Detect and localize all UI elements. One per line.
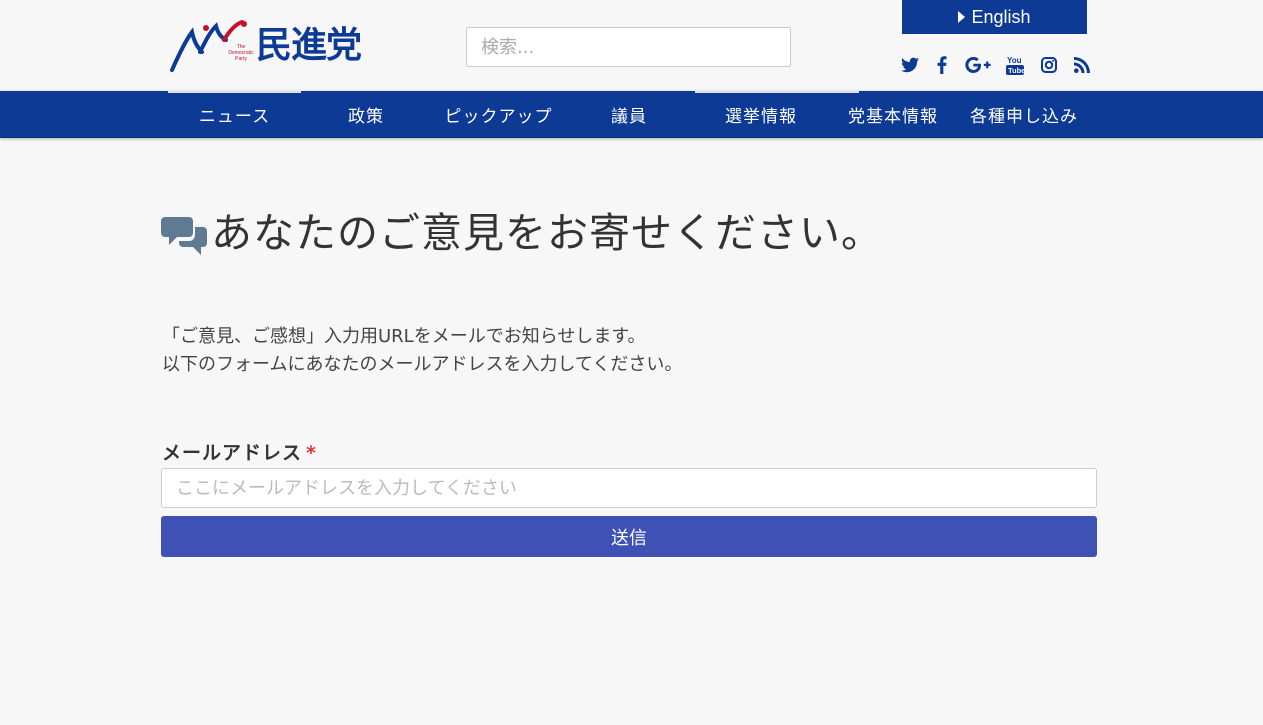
- youtube-icon[interactable]: You Tube: [1004, 54, 1026, 76]
- comments-icon: [161, 217, 207, 255]
- twitter-icon[interactable]: [899, 54, 921, 76]
- nav-item-policy[interactable]: 政策: [301, 91, 431, 138]
- description-line-2: 以下のフォームにあなたのメールアドレスを入力してください。: [162, 354, 683, 375]
- site-header: The Democratic Party 民進党 English YouTube: [0, 0, 1263, 91]
- svg-text:Tube: Tube: [1008, 66, 1024, 75]
- svg-text:You: You: [1007, 56, 1022, 65]
- email-label: メールアドレス *: [162, 438, 317, 465]
- main-nav: ニュース 政策 ピックアップ 議員 選挙情報 党基本情報 各種申し込み: [0, 91, 1263, 138]
- nav-item-applications[interactable]: 各種申し込み: [959, 91, 1089, 138]
- logo-subtitle: The Democratic Party: [228, 44, 254, 62]
- page-title: あなたのご意見をお寄せください。: [211, 209, 883, 257]
- submit-button[interactable]: 送信: [161, 516, 1097, 557]
- search-input[interactable]: [466, 27, 791, 67]
- english-button-label: English: [971, 6, 1031, 27]
- google-plus-icon[interactable]: [963, 54, 993, 76]
- email-label-text: メールアドレス: [162, 442, 303, 464]
- nav-item-members[interactable]: 議員: [566, 91, 692, 138]
- email-field[interactable]: [161, 468, 1097, 508]
- instagram-icon[interactable]: [1038, 54, 1060, 76]
- facebook-icon[interactable]: [933, 54, 951, 76]
- caret-right-icon: [958, 11, 966, 23]
- english-button[interactable]: English: [902, 0, 1087, 34]
- rss-icon[interactable]: [1071, 54, 1093, 76]
- page-title-row: あなたのご意見をお寄せください。: [161, 205, 883, 261]
- nav-item-pickup[interactable]: ピックアップ: [431, 91, 566, 138]
- description: 「ご意見、ご感想」入力用URLをメールでお知らせします。 以下のフォームにあなた…: [162, 323, 682, 379]
- nav-item-news[interactable]: ニュース: [168, 91, 301, 138]
- required-mark: *: [306, 442, 317, 464]
- nav-item-election[interactable]: 選挙情報: [695, 91, 827, 138]
- nav-item-party-info[interactable]: 党基本情報: [827, 91, 959, 138]
- site-logo[interactable]: The Democratic Party 民進党: [170, 18, 382, 74]
- logo-text: 民進党: [256, 25, 362, 66]
- description-line-1: 「ご意見、ご感想」入力用URLをメールでお知らせします。: [162, 326, 646, 347]
